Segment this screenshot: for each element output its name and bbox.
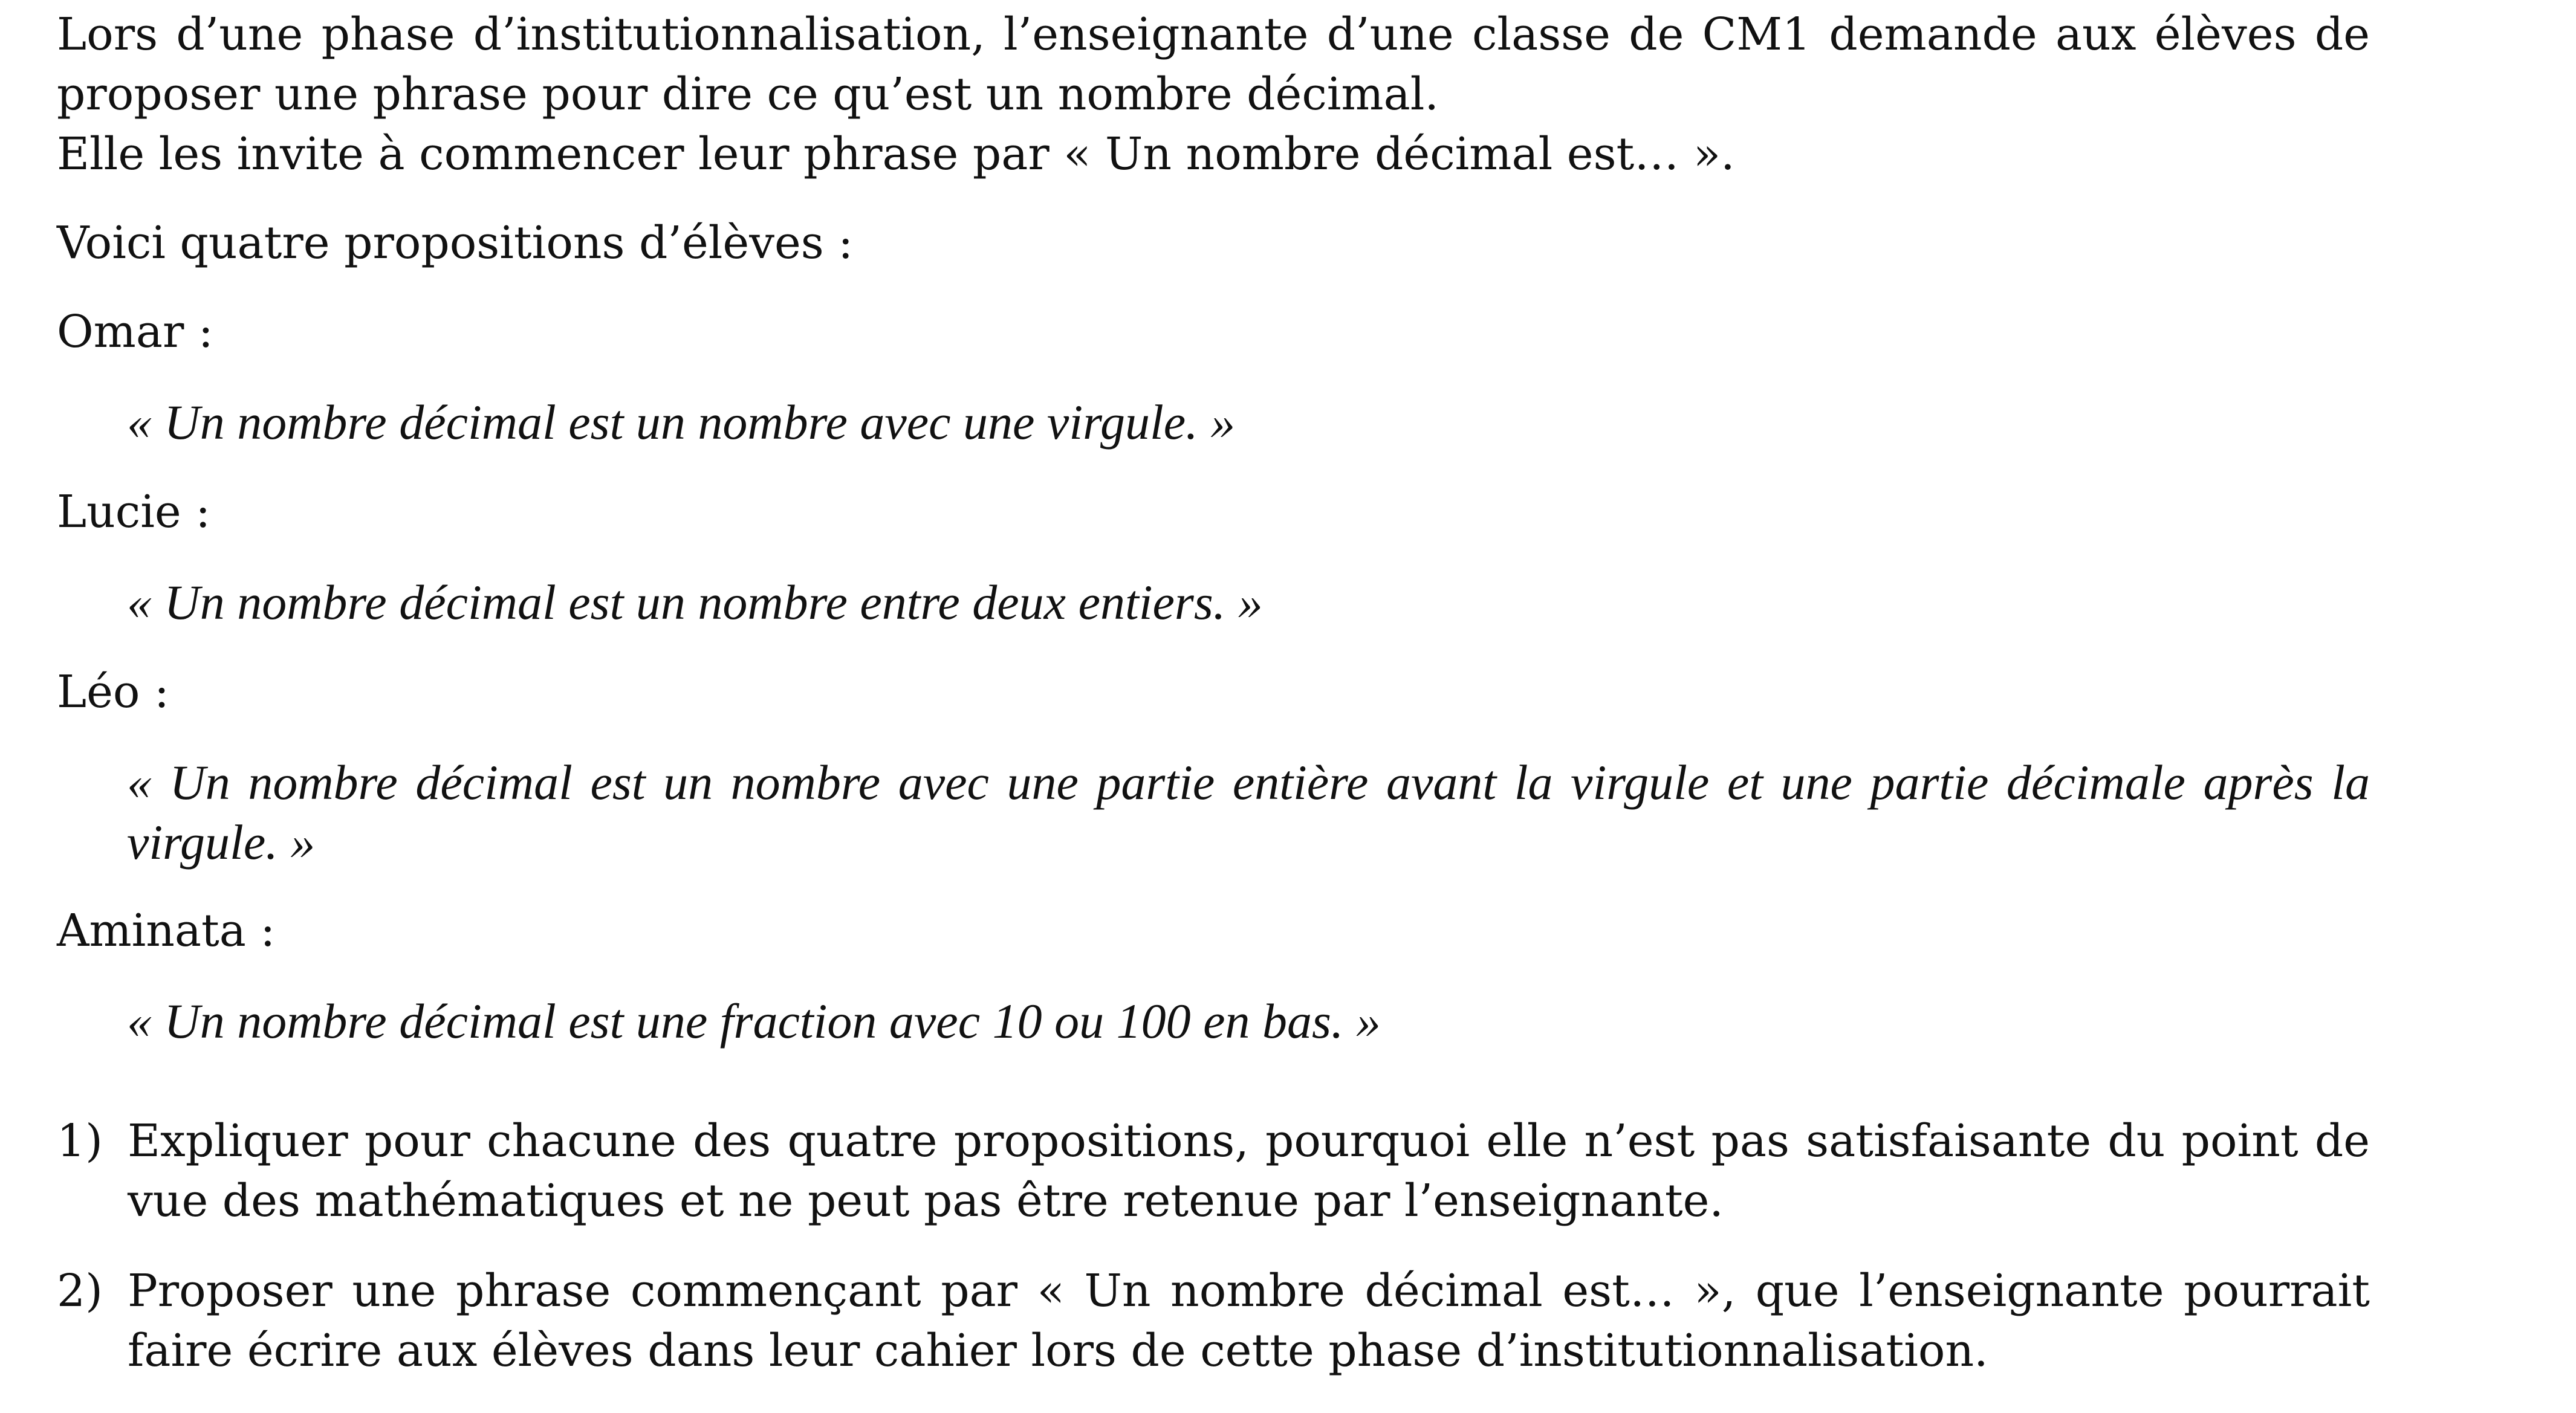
question-1-text: Expliquer pour chacune des quatre propos…: [128, 1115, 2370, 1227]
student-quote-aminata: « Un nombre décimal est une fraction ave…: [127, 994, 1381, 1049]
student-name-lucie: Lucie :: [57, 486, 211, 538]
propositions-lead: Voici quatre propositions d’élèves :: [57, 217, 854, 269]
student-quote-omar: « Un nombre décimal est un nombre avec u…: [127, 395, 1236, 450]
student-name-aminata: Aminata :: [57, 905, 276, 957]
question-1-number: 1): [57, 1115, 103, 1167]
intro-paragraph: Lors d’une phase d’institutionnalisation…: [57, 8, 2370, 120]
student-quote-lucie: « Un nombre décimal est un nombre entre …: [127, 575, 1263, 630]
question-2: 2) Proposer une phrase commençant par « …: [57, 1261, 2370, 1381]
question-2-text: Proposer une phrase commençant par « Un …: [128, 1265, 2370, 1377]
student-name-leo: Léo :: [57, 666, 169, 718]
exercise-document: Lors d’une phase d’institutionnalisation…: [57, 5, 2370, 1381]
question-2-number: 2): [57, 1265, 103, 1317]
student-quote-leo: « Un nombre décimal est un nombre avec u…: [127, 755, 2370, 870]
question-1: 1) Expliquer pour chacune des quatre pro…: [57, 1111, 2370, 1231]
student-name-omar: Omar :: [57, 306, 213, 358]
intro-instruction: Elle les invite à commencer leur phrase …: [57, 128, 1735, 180]
